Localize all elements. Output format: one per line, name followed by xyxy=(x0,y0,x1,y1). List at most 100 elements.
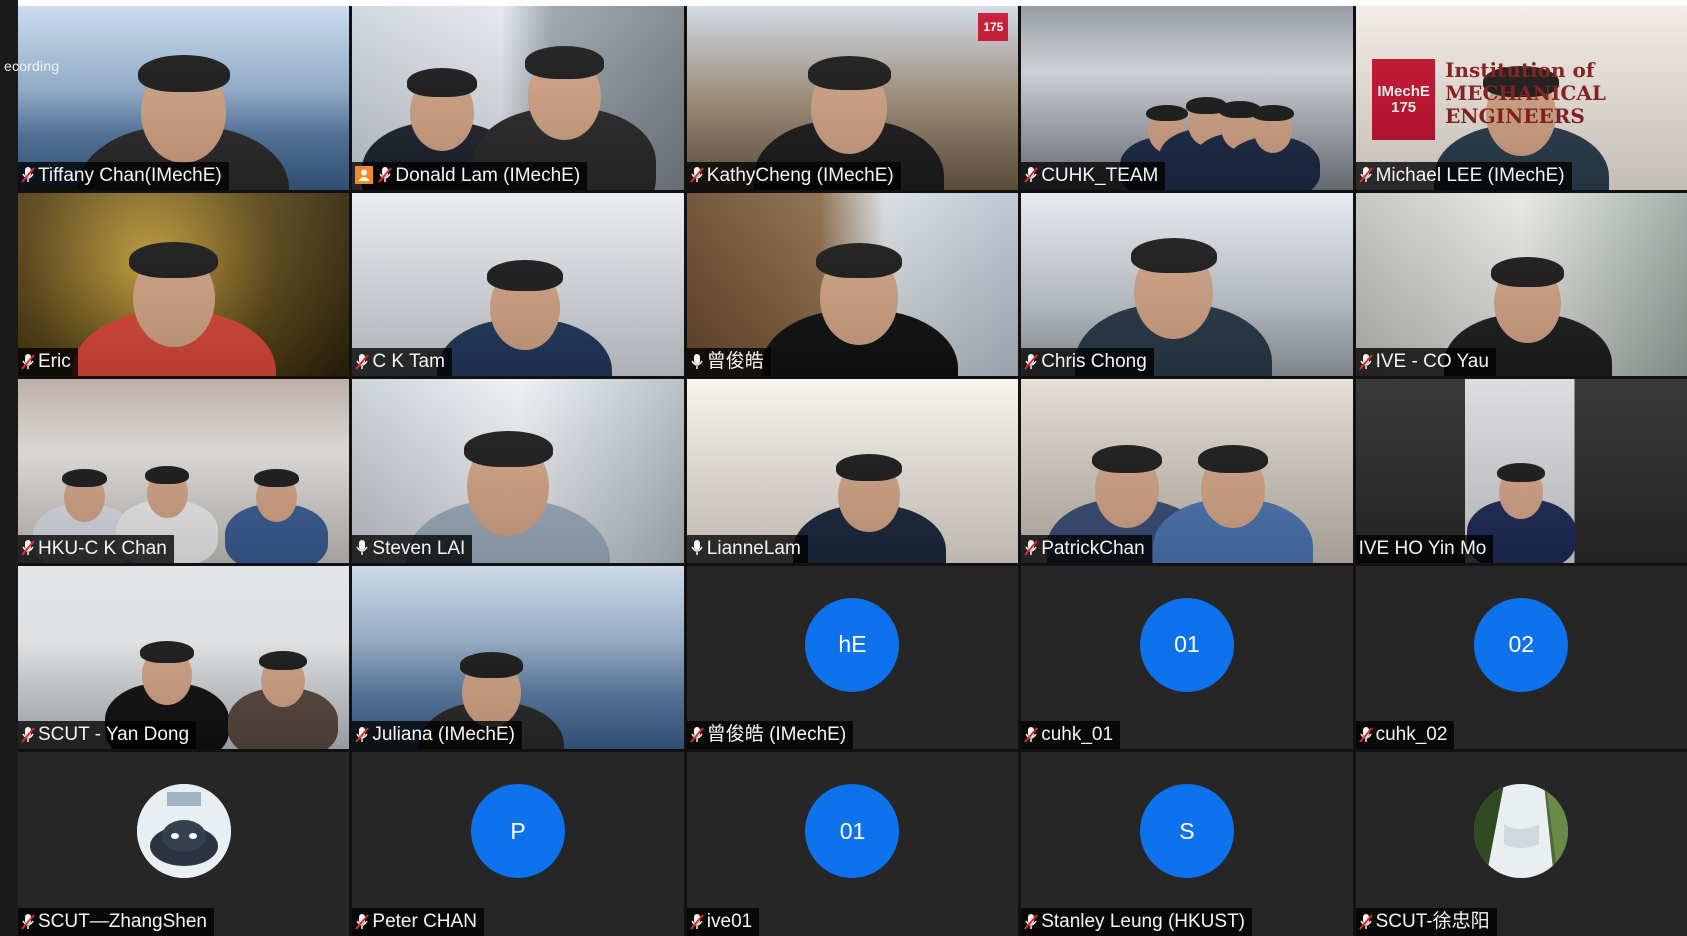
mic-muted-icon xyxy=(21,353,35,371)
mic-muted-icon xyxy=(1024,539,1038,557)
mic-muted-icon xyxy=(21,166,35,184)
participant-hair xyxy=(1198,445,1269,474)
participant-name-badge: KathyCheng (IMechE) xyxy=(686,161,901,190)
participant-hair xyxy=(129,242,219,279)
mic-on-icon xyxy=(690,353,704,371)
participant-tile[interactable]: Donald Lam (IMechE) xyxy=(352,6,684,190)
participant-hair xyxy=(137,54,230,92)
participant-tile[interactable]: P Peter CHAN xyxy=(352,752,684,936)
participant-hair xyxy=(62,469,107,488)
mic-on-icon xyxy=(690,539,704,557)
participant-tile[interactable]: IVE HO Yin Mo xyxy=(1355,379,1687,563)
participant-tile[interactable]: Steven LAI xyxy=(352,379,684,563)
window-edge xyxy=(0,0,18,936)
mic-muted-icon xyxy=(378,166,393,184)
participant-tile[interactable]: SCUT - Yan Dong xyxy=(18,565,350,750)
participant-tile[interactable]: 曾俊皓 xyxy=(686,192,1019,377)
participant-name: LianneLam xyxy=(706,537,801,559)
participant-hair xyxy=(140,641,195,664)
participant-name-badge: LianneLam xyxy=(686,534,808,563)
participant-name: SCUT - Yan Dong xyxy=(38,724,190,746)
participant-name: Chris Chong xyxy=(1041,351,1147,373)
participant-name-badge: SCUT-徐忠阳 xyxy=(1355,908,1497,936)
participant-name: Eric xyxy=(38,351,71,373)
participant-name: IVE HO Yin Mo xyxy=(1358,537,1487,559)
participant-hair xyxy=(1146,104,1188,122)
participant-name-badge: Steven LAI xyxy=(352,534,473,563)
participant-hair xyxy=(807,56,891,90)
mic-muted-icon xyxy=(21,539,35,557)
participant-name-badge: Michael LEE (IMechE) xyxy=(1355,161,1572,190)
participant-hair xyxy=(1092,445,1163,474)
imeche-175-logo: 175 xyxy=(978,13,1009,41)
participant-name-badge: 曾俊皓 xyxy=(686,348,771,377)
participant-hair xyxy=(1497,462,1546,482)
participant-tile[interactable]: Tiffany Chan(IMechE) xyxy=(18,6,350,190)
mic-muted-icon xyxy=(690,166,704,184)
mic-muted-icon xyxy=(355,726,370,744)
participant-tile[interactable]: 02 cuhk_02 xyxy=(1355,565,1687,750)
participant-name-badge: Eric xyxy=(18,348,78,377)
participant-hair xyxy=(1491,257,1565,287)
participant-hair xyxy=(144,465,190,484)
participant-name: Tiffany Chan(IMechE) xyxy=(38,164,222,186)
avatar-initials: 01 xyxy=(1174,631,1200,658)
mic-muted-icon xyxy=(1358,166,1373,184)
participant-tile[interactable]: Juliana (IMechE) xyxy=(352,565,684,750)
participant-name-badge: Tiffany Chan(IMechE) xyxy=(18,161,229,190)
participant-tile[interactable]: 01 cuhk_01 xyxy=(1021,565,1353,750)
participant-name-badge: CUHK_TEAM xyxy=(1021,161,1166,190)
participant-hair xyxy=(835,453,903,481)
mic-muted-icon xyxy=(355,913,370,931)
mic-on-icon xyxy=(355,539,369,557)
mic-muted-icon xyxy=(690,726,704,744)
mic-muted-icon xyxy=(1024,353,1038,371)
participant-tile[interactable]: 01 ive01 xyxy=(686,752,1019,936)
participant-name: CUHK_TEAM xyxy=(1041,164,1159,186)
participant-name-badge: Stanley Leung (HKUST) xyxy=(1021,908,1253,936)
participant-avatar: 02 xyxy=(1474,597,1569,692)
participant-tile[interactable]: Eric xyxy=(18,192,350,377)
participant-name: Michael LEE (IMechE) xyxy=(1375,164,1565,186)
avatar-initials: S xyxy=(1179,817,1195,844)
participant-tile[interactable]: LianneLam xyxy=(686,379,1019,563)
recording-indicator: ecording xyxy=(4,58,60,74)
participant-tile[interactable]: S Stanley Leung (HKUST) xyxy=(1021,752,1353,936)
participant-tile[interactable]: IMechE 175 Institution of MECHANICAL ENGI… xyxy=(1355,6,1687,190)
waterfall-photo-avatar xyxy=(1474,784,1569,879)
participant-tile[interactable]: Chris Chong xyxy=(1021,192,1353,377)
participant-name: ive01 xyxy=(706,911,753,932)
participant-tile[interactable]: C K Tam xyxy=(352,192,684,377)
meeting-gallery-view: ecording Tiffany Chan(IMechE) Donald Lam … xyxy=(0,0,1687,936)
participant-name: SCUT—ZhangShen xyxy=(38,911,207,932)
mic-muted-icon xyxy=(1358,353,1373,371)
participant-hair xyxy=(459,652,524,679)
participant-tile[interactable]: SCUT—ZhangShen xyxy=(18,752,350,936)
participant-name-badge: Chris Chong xyxy=(1021,348,1154,377)
participant-name-badge: HKU-C K Chan xyxy=(18,534,174,563)
participant-avatar: P xyxy=(471,784,566,879)
mic-muted-icon xyxy=(1024,913,1038,931)
participant-name-badge: IVE HO Yin Mo xyxy=(1355,534,1494,563)
participant-avatar: 01 xyxy=(1139,597,1234,692)
participant-tile[interactable]: 175 KathyCheng (IMechE) xyxy=(686,6,1019,190)
participant-name: Donald Lam (IMechE) xyxy=(395,164,581,186)
mic-muted-icon xyxy=(1358,726,1373,744)
participant-tile[interactable]: HKU-C K Chan xyxy=(18,379,350,563)
participant-name-badge: Peter CHAN xyxy=(352,908,484,936)
participant-name: PatrickChan xyxy=(1041,537,1145,559)
participant-name-badge: C K Tam xyxy=(352,348,452,377)
participant-tile[interactable]: hE 曾俊皓 (IMechE) xyxy=(686,565,1019,750)
participant-name-badge: SCUT—ZhangShen xyxy=(18,908,214,936)
participant-name-badge: cuhk_02 xyxy=(1355,721,1455,750)
host-icon xyxy=(355,166,374,185)
participant-hair xyxy=(254,469,299,488)
avatar-initials: 02 xyxy=(1508,631,1535,658)
participant-name-badge: Donald Lam (IMechE) xyxy=(352,161,588,190)
participant-tile[interactable]: IVE - CO Yau xyxy=(1355,192,1687,377)
participant-tile[interactable]: PatrickChan xyxy=(1021,379,1353,563)
participant-name: cuhk_01 xyxy=(1041,724,1114,746)
participant-tile[interactable]: CUHK_TEAM xyxy=(1021,6,1353,190)
participant-tile[interactable]: SCUT-徐忠阳 xyxy=(1355,752,1687,936)
imeche-175-logo: IMechE 175 xyxy=(1372,59,1436,141)
